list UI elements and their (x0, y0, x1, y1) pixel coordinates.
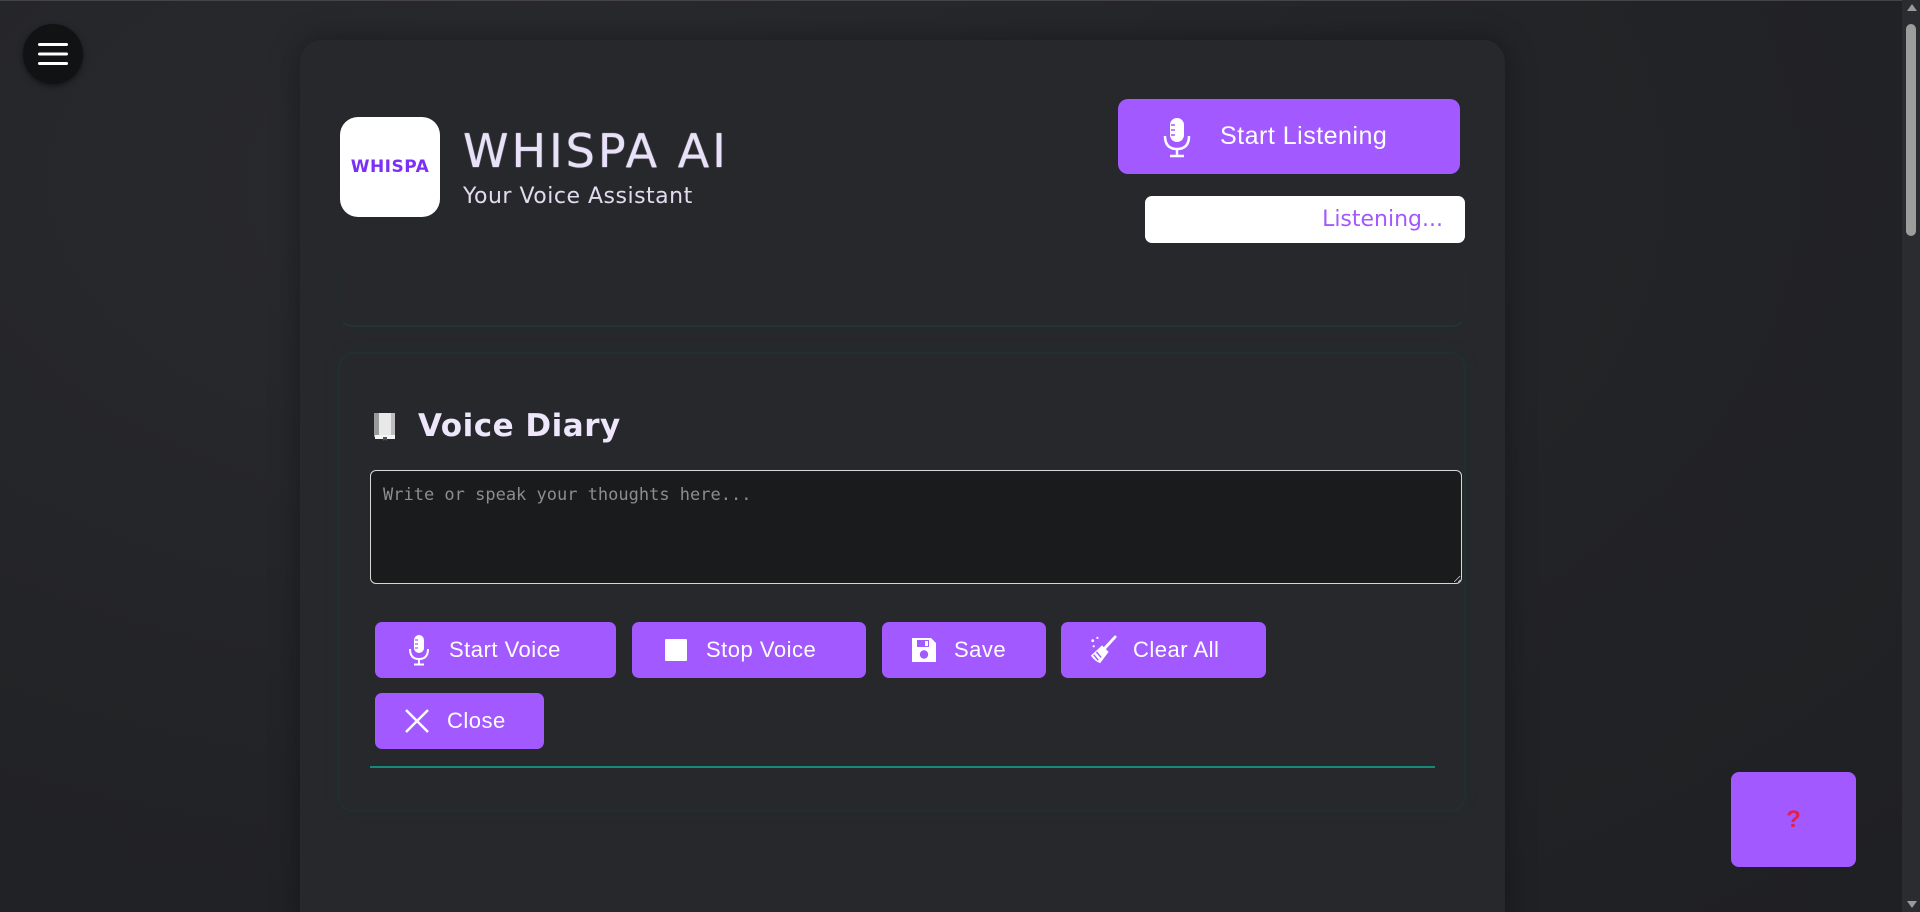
scroll-down-arrow-icon[interactable] (1907, 901, 1917, 908)
diary-divider (370, 766, 1435, 768)
window-top-border (0, 0, 1920, 1)
start-voice-label: Start Voice (449, 637, 561, 662)
logo-text: WHISPA (350, 157, 430, 177)
close-label: Close (447, 708, 506, 733)
microphone-icon (1162, 116, 1192, 158)
app-logo: WHISPA (340, 117, 440, 217)
start-listening-label: Start Listening (1220, 122, 1388, 150)
stop-voice-label: Stop Voice (706, 637, 817, 662)
broom-icon (1089, 634, 1117, 666)
book-icon (372, 411, 398, 441)
app-title: WHISPA AI (463, 124, 729, 178)
hamburger-menu-button[interactable] (23, 24, 83, 84)
scrollbar-thumb[interactable] (1906, 24, 1916, 236)
transcript-card (338, 270, 1466, 327)
app-subtitle: Your Voice Assistant (463, 184, 693, 209)
voice-diary-title: Voice Diary (418, 408, 621, 444)
scroll-up-arrow-icon[interactable] (1907, 4, 1917, 11)
clear-all-label: Clear All (1133, 637, 1220, 662)
start-listening-button[interactable]: Start Listening (1118, 99, 1460, 174)
save-label: Save (954, 637, 1007, 662)
stop-square-icon (662, 634, 690, 666)
close-icon (403, 705, 431, 737)
diary-textarea[interactable] (370, 470, 1462, 584)
help-question-icon: ? (1786, 805, 1801, 833)
help-button[interactable]: ? (1731, 772, 1856, 867)
microphone-icon (405, 634, 433, 666)
clear-all-button[interactable]: Clear All (1061, 622, 1266, 678)
close-button[interactable]: Close (375, 693, 544, 749)
save-button[interactable]: Save (882, 622, 1046, 678)
floppy-disk-icon (910, 634, 938, 666)
start-voice-button[interactable]: Start Voice (375, 622, 616, 678)
hamburger-icon (38, 43, 68, 65)
listening-status-text: Listening... (1322, 207, 1443, 232)
vertical-scrollbar[interactable] (1902, 0, 1920, 912)
listening-status: Listening... (1145, 196, 1465, 243)
stop-voice-button[interactable]: Stop Voice (632, 622, 866, 678)
voice-diary-header: Voice Diary (372, 408, 621, 444)
